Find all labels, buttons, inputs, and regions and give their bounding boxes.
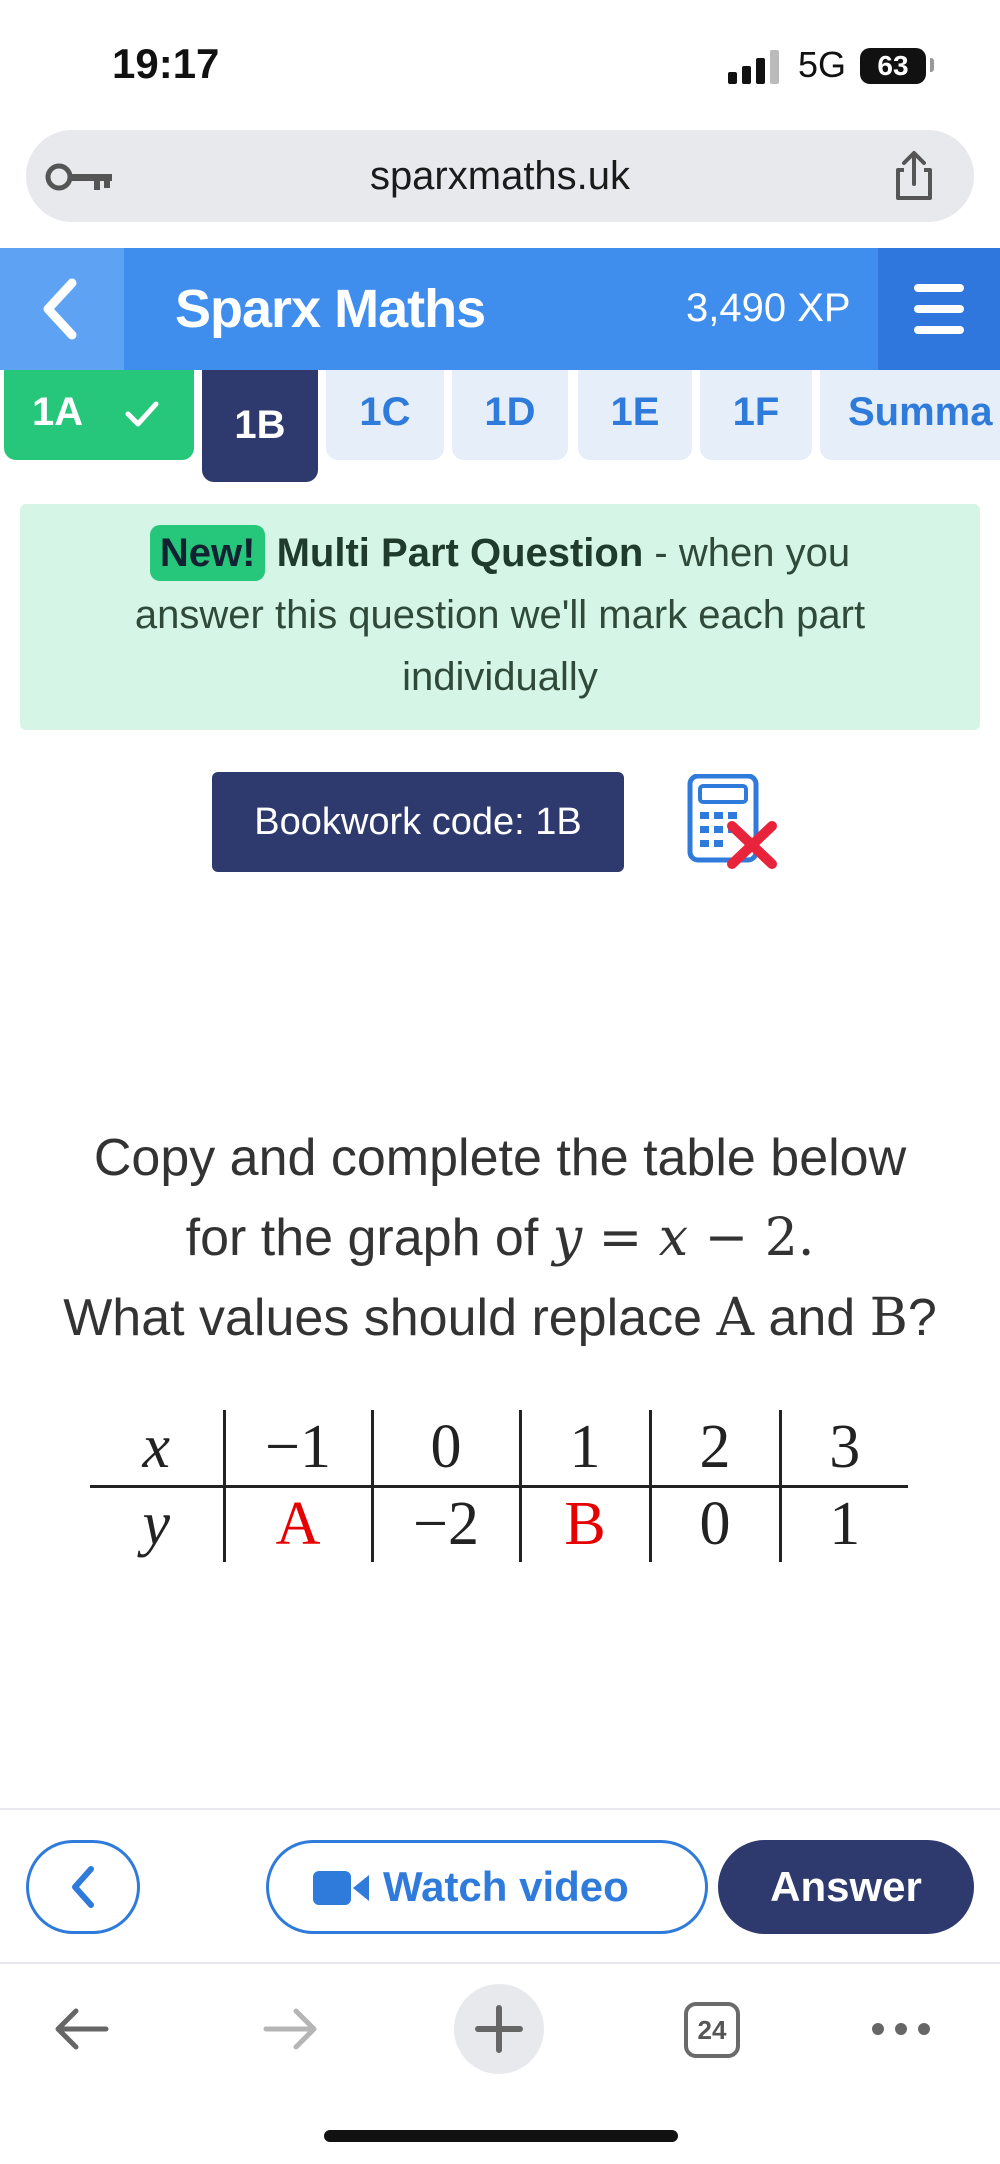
tabs-count: 24 [684,2002,740,2058]
equation-x: x [658,1208,689,1268]
var-b: B [869,1288,908,1348]
url-text[interactable]: sparxmaths.uk [26,154,974,199]
previous-button[interactable] [26,1840,140,1934]
notice-title: Multi Part Question [276,531,644,575]
x-cell: 3 [778,1410,908,1488]
back-arrow-icon[interactable] [36,1984,126,2074]
question-line-1: Copy and complete the table below [93,1129,907,1187]
x-header: x [90,1410,224,1488]
y-cell: 1 [778,1486,908,1562]
tab-label: 1A [32,390,84,434]
notice-text-rest: answer this question we'll mark each par… [134,593,866,699]
calculator-not-allowed-icon [687,774,777,869]
y-cell-unknown-a: A [222,1486,372,1562]
qmark: ? [907,1289,937,1347]
question-line-2-prefix: for the graph of [185,1209,553,1267]
signal-icon [728,50,782,84]
chevron-left-icon [43,278,77,340]
battery-icon: 63 [860,48,926,84]
question-line-3: What values should replace A and B? [0,1278,1000,1358]
x-cell: 2 [648,1410,780,1488]
new-tab-button[interactable] [454,1984,544,2074]
multi-part-notice: New! Multi Part Question - when you answ… [20,504,980,730]
tab-1e[interactable]: 1E [578,370,692,460]
y-cell: −2 [370,1486,520,1562]
check-icon [125,401,159,427]
y-cell-unknown-b: B [518,1486,650,1562]
network-type: 5G [798,44,847,85]
y-header: y [142,1490,171,1559]
tab-summary[interactable]: Summa [820,370,1000,460]
tab-1b[interactable]: 1B [202,370,318,482]
x-cell: −1 [222,1410,372,1488]
hamburger-icon [914,284,964,334]
url-bar[interactable]: sparxmaths.uk [26,130,974,222]
watch-video-button[interactable]: Watch video [266,1840,708,1934]
var-a: A [716,1288,754,1348]
equation-rest: − 2. [688,1208,815,1268]
y-row: y A −2 B 0 1 [90,1486,908,1562]
y-cell: 0 [648,1486,780,1562]
xp-counter: 3,490 XP [686,286,851,330]
back-button[interactable] [0,248,124,370]
new-badge: New! [149,525,266,581]
video-camera-icon [313,1871,369,1905]
home-indicator[interactable] [324,2130,678,2142]
x-row: x −1 0 1 2 3 [90,1410,908,1488]
plus-icon [475,2005,523,2053]
question-text: Copy and complete the table below for th… [0,1118,1000,1358]
question-tabs: 1A 1B 1C 1D 1E 1F Summa [0,370,1000,482]
question-line-2: for the graph of y = x − 2. [0,1198,1000,1278]
and-text: and [754,1289,870,1347]
status-bar: 19:17 5G 63 [0,0,1000,130]
action-bar: Watch video Answer [0,1808,1000,1964]
watch-video-label: Watch video [383,1863,629,1910]
question-line-3-prefix: What values should replace [63,1289,717,1347]
equation-y: y [552,1208,583,1268]
tab-1a[interactable]: 1A [4,370,194,460]
menu-button[interactable] [878,248,1000,370]
x-cell: 0 [370,1410,520,1488]
forward-arrow-icon[interactable] [246,1984,336,2074]
browser-nav: 24 [0,1964,1000,2084]
tab-1d[interactable]: 1D [452,370,568,460]
notice-text: - when you [643,531,851,575]
status-time: 19:17 [112,40,220,87]
x-cell: 1 [518,1410,650,1488]
share-icon[interactable] [888,150,940,202]
app-header: Sparx Maths 3,490 XP [0,248,1000,370]
battery-tip [930,58,934,72]
more-icon[interactable] [856,1984,946,2074]
equation-eq: = [582,1208,659,1268]
tabs-button[interactable]: 24 [664,1984,754,2074]
bookwork-code: Bookwork code: 1B [212,772,624,872]
tab-1f[interactable]: 1F [700,370,812,460]
values-table: x −1 0 1 2 3 y A −2 B 0 1 [90,1410,908,1562]
brand-title: Sparx Maths [175,279,486,339]
answer-button[interactable]: Answer [718,1840,974,1934]
tab-1c[interactable]: 1C [326,370,444,460]
chevron-left-icon [72,1866,94,1908]
